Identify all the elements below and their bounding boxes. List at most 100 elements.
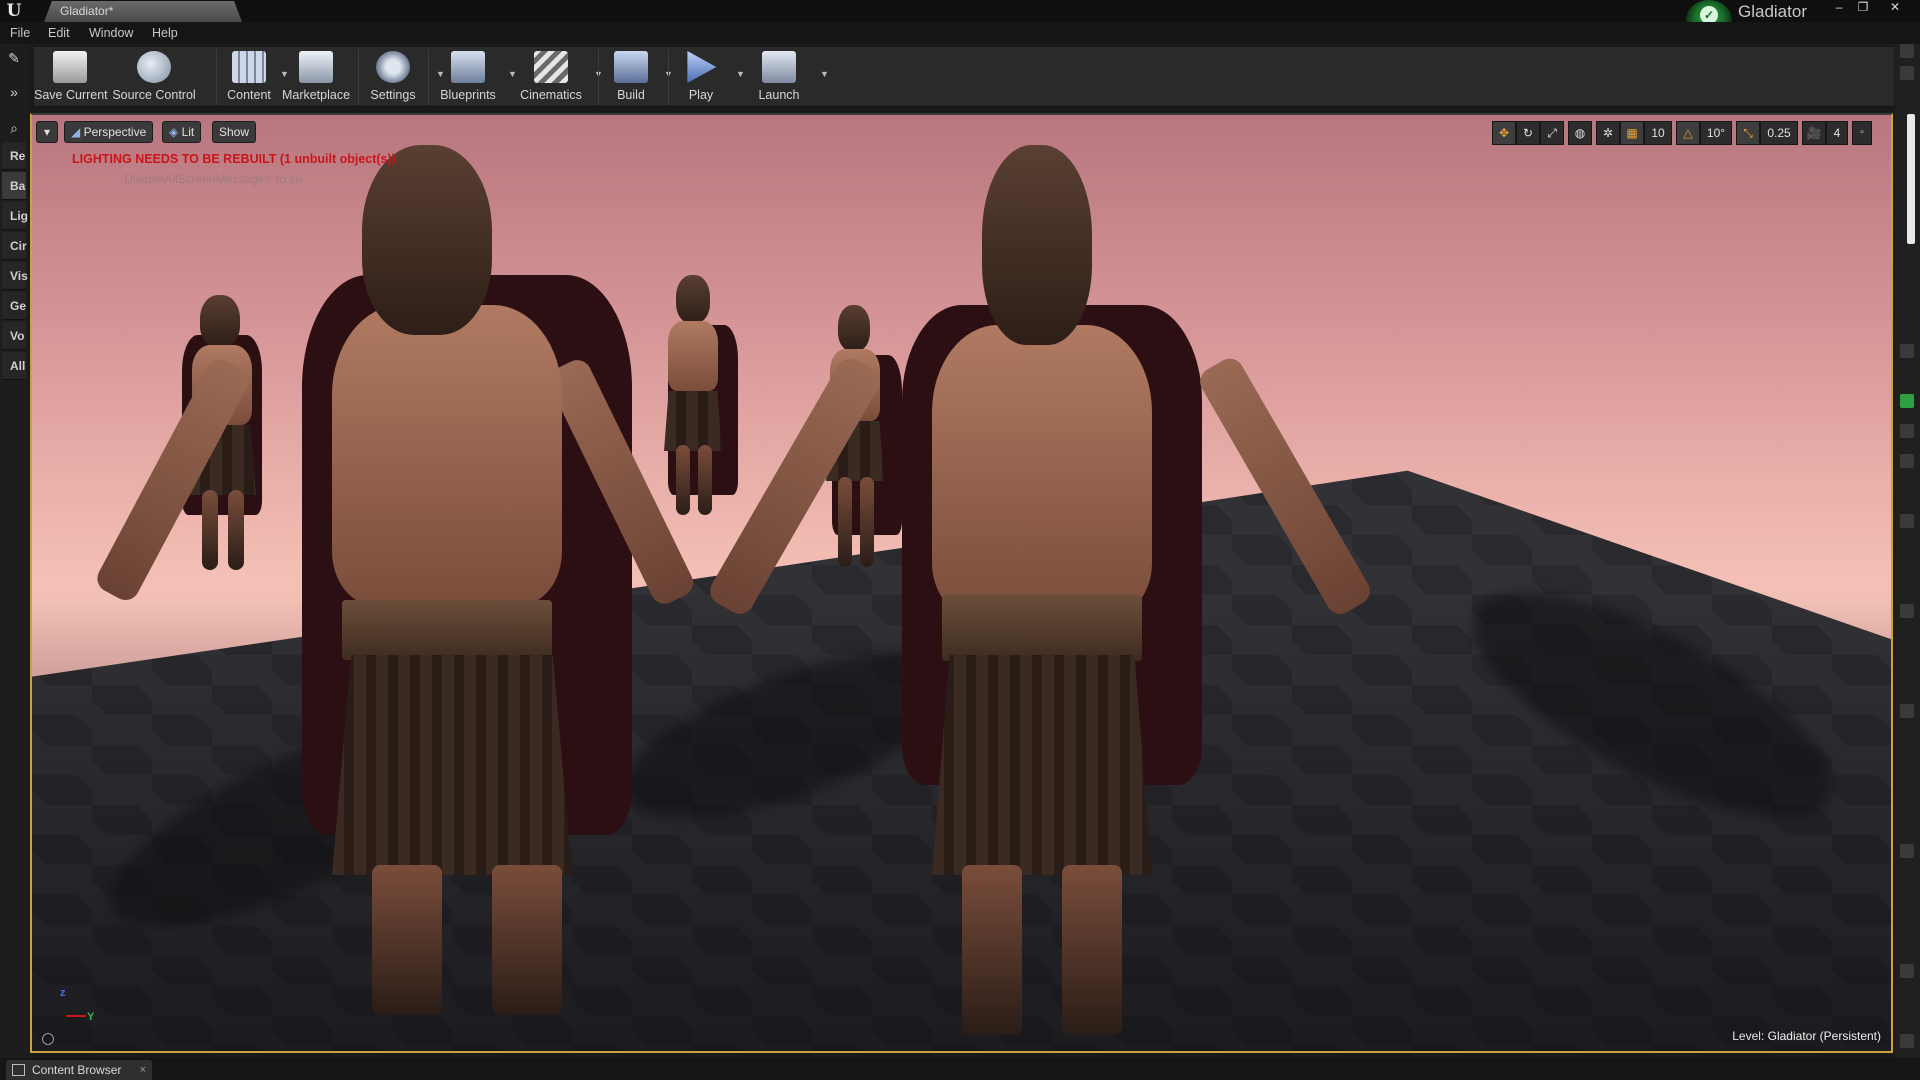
search-icon[interactable] xyxy=(1900,514,1914,528)
camera-speed-icon[interactable]: 🎥 xyxy=(1802,121,1826,145)
outliner-scrollbar[interactable] xyxy=(1907,114,1915,244)
document-tab[interactable]: Gladiator* xyxy=(44,1,242,22)
chevron-down-icon[interactable]: ▼ xyxy=(820,69,829,79)
lit-mode-icon: ◈ xyxy=(169,125,179,139)
axis-y-label: Y xyxy=(87,1011,95,1023)
build-label: Build xyxy=(617,88,645,102)
search-icon[interactable] xyxy=(1900,424,1914,438)
lit-button[interactable]: ◈ Lit xyxy=(162,121,202,143)
panel-tab-icon[interactable] xyxy=(1900,344,1914,358)
unreal-logo-icon[interactable]: U xyxy=(4,1,24,21)
modes-tab-recent[interactable]: Re xyxy=(2,142,26,170)
rotate-mode-icon[interactable]: ↻ xyxy=(1516,121,1540,145)
scale-snap-icon[interactable]: ⤡ xyxy=(1736,121,1760,145)
rotation-snap-icon[interactable]: △ xyxy=(1676,121,1700,145)
checkbox-icon[interactable] xyxy=(1900,964,1914,978)
scale-mode-icon[interactable]: ⤢ xyxy=(1540,121,1564,145)
character-leg xyxy=(962,865,1022,1035)
modes-tab-cinematic[interactable]: Cir xyxy=(2,232,27,260)
launch-button[interactable]: Launch ▼ xyxy=(746,47,829,107)
surface-snap-icon[interactable]: ✲ xyxy=(1596,121,1620,145)
perspective-label: Perspective xyxy=(83,125,147,139)
grid-snap-icon[interactable]: ▦ xyxy=(1620,121,1644,145)
character-belt xyxy=(942,595,1142,661)
toolbar-separator xyxy=(668,49,669,105)
play-button[interactable]: Play ▼ xyxy=(672,47,745,107)
blueprints-icon xyxy=(451,51,485,83)
camera-speed-value[interactable]: 4 xyxy=(1826,121,1848,145)
level-indicator: Level: Gladiator (Persistent) xyxy=(1732,1029,1881,1043)
modes-tab-volumes[interactable]: Vo xyxy=(2,322,26,350)
chevron-down-icon: ▾ xyxy=(43,125,51,139)
perspective-button[interactable]: ◢ Perspective xyxy=(64,121,154,143)
close-tab-icon[interactable]: × xyxy=(140,1060,146,1080)
build-blocks-icon xyxy=(614,51,648,83)
content-icon xyxy=(232,51,266,83)
source-control-button[interactable]: Source Control ▼ xyxy=(112,47,289,107)
marketplace-icon xyxy=(299,51,333,83)
gladiator-character[interactable] xyxy=(92,125,712,1025)
details-section-icon[interactable] xyxy=(1900,844,1914,858)
maximize-viewport-icon[interactable]: ▫ xyxy=(1852,121,1872,145)
cinematics-button[interactable]: Cinematics ▼ xyxy=(512,47,603,107)
build-button[interactable]: Build ▼ xyxy=(602,47,673,107)
world-local-icon[interactable]: ◍ xyxy=(1568,121,1592,145)
content-button[interactable]: Content xyxy=(220,47,278,107)
save-icon xyxy=(53,51,87,83)
expand-panel-icon[interactable]: » xyxy=(6,84,22,100)
perspective-icon: ◢ xyxy=(71,125,81,139)
place-mode-icon[interactable]: ✎ xyxy=(6,50,22,66)
settings-icon[interactable] xyxy=(1900,454,1914,468)
details-section-icon[interactable] xyxy=(1900,604,1914,618)
character-helmet xyxy=(982,145,1092,345)
help-icon[interactable] xyxy=(42,1033,54,1045)
menu-window[interactable]: Window xyxy=(89,26,133,40)
modes-tab-visual-effects[interactable]: Vis xyxy=(2,262,28,290)
modes-panel-strip: ✎ » ⌕ Re Ba Lig Cir Vis Ge Vo All xyxy=(0,44,28,1064)
gladiator-character[interactable] xyxy=(705,125,1375,1045)
chevron-down-icon[interactable]: ▼ xyxy=(736,69,745,79)
bottom-tab-bar: Content Browser × xyxy=(0,1058,1920,1080)
translate-mode-icon[interactable]: ✥ xyxy=(1492,121,1516,145)
add-component-icon[interactable] xyxy=(1900,394,1914,408)
menu-file[interactable]: File xyxy=(10,26,30,40)
lit-label: Lit xyxy=(181,125,195,139)
settings-button[interactable]: Settings ▼ xyxy=(362,47,445,107)
maximize-button[interactable]: ❐ xyxy=(1852,0,1874,16)
modes-tab-geometry[interactable]: Ge xyxy=(2,292,26,320)
modes-tab-all-classes[interactable]: All xyxy=(2,352,26,380)
gear-icon xyxy=(376,51,410,83)
character-belt xyxy=(342,600,552,660)
blueprints-button[interactable]: Blueprints ▼ xyxy=(432,47,517,107)
minimize-button[interactable]: – xyxy=(1828,0,1850,16)
cinematics-label: Cinematics xyxy=(520,88,582,102)
toolbar-separator xyxy=(428,49,429,105)
show-label: Show xyxy=(219,125,250,139)
scale-snap-value[interactable]: 0.25 xyxy=(1760,121,1798,145)
search-icon[interactable] xyxy=(1900,66,1914,80)
rotation-snap-value[interactable]: 10° xyxy=(1700,121,1732,145)
grid-snap-value[interactable]: 10 xyxy=(1644,121,1672,145)
level-viewport[interactable]: ▾ ◢ Perspective ◈ Lit Show LIGHTING NEED… xyxy=(30,113,1893,1053)
right-panel-strip xyxy=(1895,44,1920,1080)
menu-help[interactable]: Help xyxy=(152,26,178,40)
show-button[interactable]: Show xyxy=(212,121,257,143)
level-label: Level: xyxy=(1732,1029,1765,1043)
content-browser-label: Content Browser xyxy=(32,1063,122,1077)
details-section-icon[interactable] xyxy=(1900,1034,1914,1048)
search-icon[interactable]: ⌕ xyxy=(6,120,22,136)
close-window-button[interactable]: ✕ xyxy=(1884,0,1906,16)
source-control-label: Source Control xyxy=(112,88,196,102)
content-browser-icon xyxy=(12,1064,25,1076)
panel-tab-icon[interactable] xyxy=(1900,44,1914,58)
save-current-button[interactable]: Save Current xyxy=(34,47,108,107)
menu-edit[interactable]: Edit xyxy=(48,26,70,40)
details-section-icon[interactable] xyxy=(1900,704,1914,718)
modes-tab-lights[interactable]: Lig xyxy=(2,202,28,230)
clapperboard-icon xyxy=(534,51,568,83)
content-browser-tab[interactable]: Content Browser × xyxy=(6,1060,152,1080)
transform-toolbar: ✥ ↻ ⤢ ◍ ✲ ▦ 10 △ 10° ⤡ 0.25 🎥 4 ▫ xyxy=(1492,121,1891,145)
viewport-options-button[interactable]: ▾ xyxy=(36,121,58,143)
modes-tab-basic[interactable]: Ba xyxy=(2,172,26,200)
marketplace-button[interactable]: Marketplace xyxy=(278,47,354,107)
